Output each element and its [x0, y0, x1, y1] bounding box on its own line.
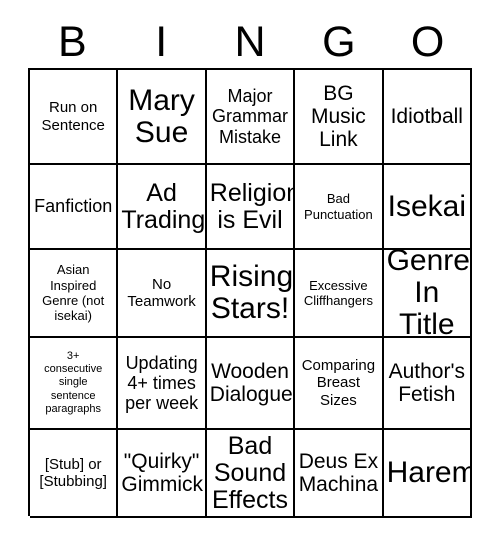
bingo-header-letter-g: G [294, 16, 383, 68]
bingo-cell-label: Excessive Cliffhangers [303, 277, 373, 308]
bingo-cell-label: [Stub] or [Stubbing] [39, 455, 107, 490]
bingo-cell-label: Harem [386, 456, 472, 490]
bingo-cell-label: Major Grammar Mistake [211, 86, 288, 147]
bingo-cell-label: Bad Punctuation [304, 191, 373, 222]
bingo-header-letter-n: N [206, 16, 295, 68]
bingo-cell-label: Wooden Dialogue [209, 359, 293, 406]
bingo-cell[interactable]: Bad Punctuation [295, 165, 384, 250]
bingo-cell-label: Deus Ex Machina [298, 449, 379, 496]
bingo-cell[interactable]: Genre In Title [383, 250, 472, 338]
bingo-cell[interactable]: BG Music Link [295, 70, 384, 165]
bingo-header-letter-i: I [117, 16, 206, 68]
bingo-cell-label: Run on Sentence [41, 99, 105, 134]
bingo-cell[interactable]: Bad Sound Effects [206, 430, 296, 518]
bingo-cell[interactable]: Deus Ex Machina [295, 430, 384, 518]
bingo-header-row: B I N G O [28, 16, 472, 68]
bingo-cell[interactable]: Comparing Breast Sizes [295, 338, 384, 430]
bingo-cell-label: Updating 4+ times per week [125, 352, 199, 414]
bingo-cell[interactable]: Harem [383, 430, 472, 518]
bingo-cell[interactable]: Religion is Evil [206, 165, 296, 250]
header-letter-label: O [410, 17, 445, 66]
bingo-cell[interactable]: Author's Fetish [383, 338, 472, 430]
header-letter-label: I [155, 17, 168, 66]
bingo-cell-label: Isekai [387, 189, 466, 223]
bingo-cell[interactable]: Run on Sentence [30, 70, 119, 165]
bingo-cell[interactable]: Excessive Cliffhangers [295, 250, 384, 338]
bingo-cell[interactable]: [Stub] or [Stubbing] [30, 430, 119, 518]
bingo-cell-label: No Teamwork [127, 275, 196, 310]
bingo-header-letter-o: O [383, 16, 472, 68]
bingo-card: B I N G O Run on Sentence Mary Sue Major… [0, 0, 500, 544]
bingo-cell-label: Bad Sound Effects [212, 431, 288, 514]
header-letter-label: N [234, 17, 266, 66]
bingo-cell[interactable]: Ad Trading [118, 165, 207, 250]
bingo-cell[interactable]: Updating 4+ times per week [118, 338, 207, 430]
bingo-cell-label: Religion is Evil [209, 178, 296, 234]
bingo-cell[interactable]: Mary Sue [118, 70, 207, 165]
bingo-cell-label: Comparing Breast Sizes [301, 357, 376, 409]
header-letter-label: G [322, 17, 356, 66]
bingo-cell-label: Rising Stars! [209, 260, 294, 325]
bingo-cell[interactable]: Fanfiction [30, 165, 119, 250]
bingo-cell-label: Fanfiction [34, 196, 113, 217]
bingo-cell-label: Asian Inspired Genre (not isekai) [42, 262, 105, 324]
bingo-cell[interactable]: Wooden Dialogue [206, 338, 296, 430]
bingo-cell-label: Author's Fetish [388, 359, 465, 406]
bingo-cell-label: "Quirky" Gimmick [121, 449, 204, 496]
bingo-header-letter-b: B [28, 16, 117, 68]
bingo-cell[interactable]: 3+ consecutive single sentence paragraph… [30, 338, 119, 430]
bingo-grid: Run on Sentence Mary Sue Major Grammar M… [28, 68, 472, 518]
bingo-cell[interactable]: Asian Inspired Genre (not isekai) [30, 250, 119, 338]
bingo-cell[interactable]: Isekai [383, 165, 472, 250]
bingo-cell-label: Mary Sue [128, 83, 195, 149]
bingo-cell[interactable]: No Teamwork [118, 250, 207, 338]
bingo-cell[interactable]: Idiotball [383, 70, 472, 165]
bingo-cell[interactable]: "Quirky" Gimmick [118, 430, 207, 518]
bingo-cell-label: Genre In Title [386, 250, 470, 338]
header-letter-label: B [58, 17, 87, 66]
bingo-cell-label: Idiotball [390, 104, 463, 128]
bingo-cell[interactable]: Rising Stars! [206, 250, 296, 338]
bingo-cell[interactable]: Major Grammar Mistake [206, 70, 296, 165]
bingo-cell-label: BG Music Link [310, 81, 366, 152]
bingo-cell-label: 3+ consecutive single sentence paragraph… [44, 350, 103, 415]
bingo-cell-label: Ad Trading [121, 178, 206, 234]
